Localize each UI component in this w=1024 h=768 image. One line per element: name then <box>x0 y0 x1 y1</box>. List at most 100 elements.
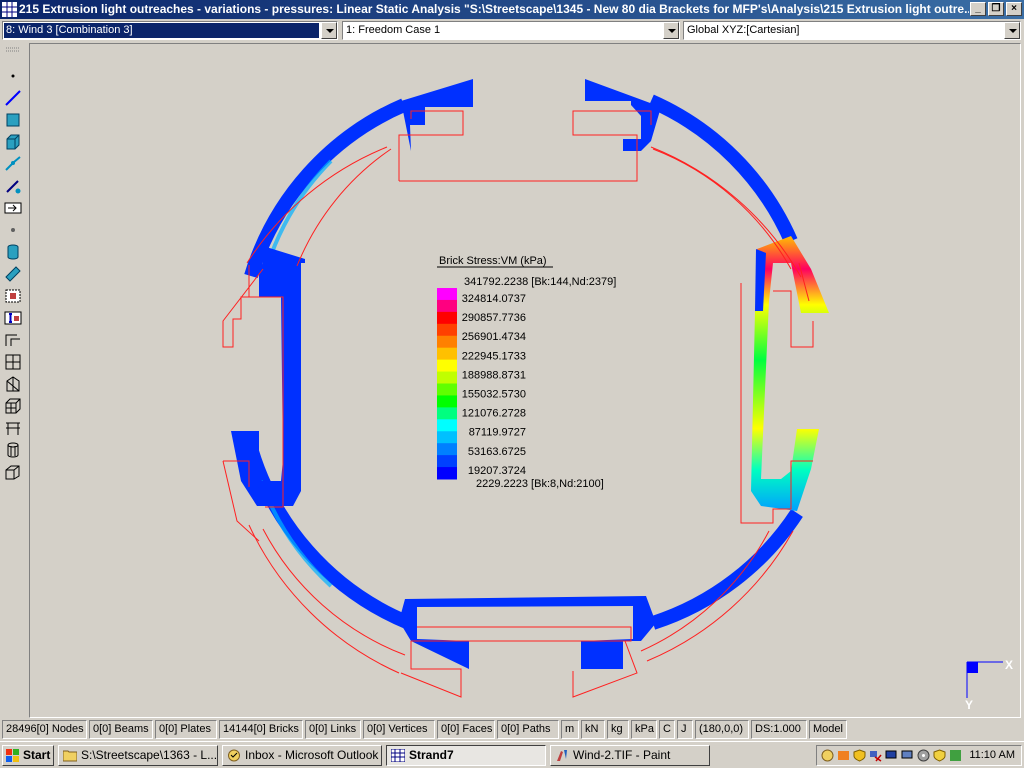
plate-element-icon[interactable] <box>3 110 23 130</box>
task-outlook[interactable]: Inbox - Microsoft Outlook <box>222 745 382 766</box>
cube-icon[interactable] <box>3 396 23 416</box>
legend-color-swatch <box>437 288 457 301</box>
clock: 11:10 AM <box>969 749 1015 761</box>
task-explorer-label: S:\Streetscape\1363 - L... <box>81 748 218 762</box>
dot-icon[interactable] <box>3 66 23 86</box>
chevron-down-icon[interactable] <box>1004 22 1020 39</box>
status-display-scale: DS:1.000 <box>751 720 807 739</box>
status-faces: 0[0] Faces <box>437 720 495 739</box>
legend-value-label: 121076.2728 <box>462 408 526 420</box>
load-case-value: 8: Wind 3 [Combination 3] <box>4 23 319 38</box>
frame-icon[interactable] <box>3 330 23 350</box>
paint-icon <box>557 750 567 761</box>
legend-value-label: 53163.6725 <box>468 446 526 458</box>
strand7-app-icon[interactable] <box>2 2 17 17</box>
chevron-down-icon[interactable] <box>321 22 337 39</box>
close-button[interactable]: × <box>1006 2 1022 16</box>
legend-color-swatch <box>437 347 457 361</box>
legend-value-label: 155032.5730 <box>462 389 526 401</box>
cylinder-icon[interactable] <box>3 242 23 262</box>
monitor-tray-icon[interactable] <box>885 749 898 762</box>
sync-tray-icon[interactable] <box>949 749 962 762</box>
status-unit-mass[interactable]: kg <box>607 720 629 739</box>
wedge-icon[interactable] <box>3 374 23 394</box>
disc-tray-icon[interactable] <box>917 749 930 762</box>
case-selector-bar: 8: Wind 3 [Combination 3] 1: Freedom Cas… <box>0 20 1024 41</box>
coordinate-system-dropdown[interactable]: Global XYZ:[Cartesian] <box>683 21 1021 40</box>
strand7-task-icon <box>391 749 405 762</box>
beam-tool-icon[interactable] <box>3 176 23 196</box>
task-paint[interactable]: Wind-2.TIF - Paint <box>550 745 710 766</box>
antivirus-tray-icon[interactable] <box>933 749 946 762</box>
arrow-box-icon[interactable] <box>3 198 23 218</box>
status-beams: 0[0] Beams <box>89 720 153 739</box>
status-vertices: 0[0] Vertices <box>363 720 435 739</box>
line-element-icon[interactable] <box>3 88 23 108</box>
display-tray-icon[interactable] <box>901 749 914 762</box>
cylinder-mesh-icon[interactable] <box>3 440 23 460</box>
legend-value-label: 87119.9727 <box>469 427 526 439</box>
undeformed-outline <box>222 110 814 698</box>
x-axis-label: X <box>1005 658 1013 672</box>
legend-color-swatch <box>437 311 457 325</box>
mesh-icon[interactable] <box>3 352 23 372</box>
status-unit-energy[interactable]: J <box>677 720 693 739</box>
ruler-icon[interactable] <box>3 264 23 284</box>
status-angles: (180,0,0) <box>695 720 749 739</box>
task-paint-label: Wind-2.TIF - Paint <box>573 748 671 762</box>
status-unit-length[interactable]: m <box>561 720 579 739</box>
windows-logo-icon <box>6 749 19 762</box>
task-explorer[interactable]: S:\Streetscape\1363 - L... <box>58 745 218 766</box>
network-tray-icon[interactable] <box>869 749 882 762</box>
legend-color-swatch <box>437 407 457 420</box>
outlook-tray-icon[interactable] <box>821 749 834 762</box>
legend-color-swatch <box>437 431 457 444</box>
system-tray: 11:10 AM <box>816 745 1022 766</box>
start-button[interactable]: Start <box>2 745 54 766</box>
node-icon[interactable] <box>3 220 23 240</box>
legend-color-swatch <box>437 323 457 337</box>
top-bracket <box>401 79 661 151</box>
legend-color-swatch <box>437 335 457 349</box>
y-axis-label: Y <box>965 698 973 712</box>
legend-color-swatch <box>437 359 457 373</box>
load-case-dropdown[interactable]: 8: Wind 3 [Combination 3] <box>2 21 338 40</box>
status-unit-temp[interactable]: C <box>659 720 675 739</box>
status-bar: 28496[0] Nodes 0[0] Beams 0[0] Plates 14… <box>0 719 1024 740</box>
chevron-down-icon[interactable] <box>663 22 679 39</box>
freedom-case-value: 1: Freedom Case 1 <box>346 24 441 36</box>
table-icon[interactable] <box>3 418 23 438</box>
brick-element-icon[interactable] <box>3 132 23 152</box>
grid-select-icon[interactable] <box>3 286 23 306</box>
legend-value-label: 256901.4734 <box>462 331 526 343</box>
legend-color-swatch <box>437 467 457 480</box>
restore-button[interactable]: ❐ <box>988 2 1004 16</box>
legend-title: Brick Stress:VM (kPa) <box>439 255 547 267</box>
minimize-button[interactable]: _ <box>970 2 986 16</box>
legend-value-label: 19207.3724 <box>468 465 526 477</box>
folder-icon <box>63 750 77 762</box>
freedom-case-dropdown[interactable]: 1: Freedom Case 1 <box>342 21 680 40</box>
legend-color-swatch <box>437 299 457 313</box>
legend-color-swatch <box>437 419 457 432</box>
legend-color-swatch <box>437 443 457 456</box>
legend-min-label: 2229.2223 [Bk:8,Nd:2100] <box>476 478 604 490</box>
taskbar: Start S:\Streetscape\1363 - L... Inbox -… <box>0 741 1024 768</box>
status-unit-force[interactable]: kN <box>581 720 605 739</box>
legend-max-label: 341792.2238 [Bk:144,Nd:2379] <box>464 276 616 288</box>
task-outlook-label: Inbox - Microsoft Outlook <box>245 748 379 762</box>
task-strand7[interactable]: Strand7 <box>386 745 546 766</box>
link-element-icon[interactable] <box>3 154 23 174</box>
title-bar: 215 Extrusion light outreaches - variati… <box>0 0 1024 19</box>
status-unit-stress[interactable]: kPa <box>631 720 657 739</box>
status-paths: 0[0] Paths <box>497 720 559 739</box>
section-icon[interactable] <box>3 308 23 328</box>
open-box-icon[interactable] <box>3 462 23 482</box>
legend-value-label: 324814.0737 <box>462 293 526 305</box>
model-viewport[interactable]: Brick Stress:VM (kPa) 341792.2238 [Bk:14… <box>29 43 1021 718</box>
bolt-tray-icon[interactable] <box>837 749 850 762</box>
legend-color-swatch <box>437 455 457 468</box>
shield-tray-icon[interactable] <box>853 749 866 762</box>
start-label: Start <box>23 748 51 762</box>
fe-model-view[interactable]: Brick Stress:VM (kPa) 341792.2238 [Bk:14… <box>30 44 1020 717</box>
